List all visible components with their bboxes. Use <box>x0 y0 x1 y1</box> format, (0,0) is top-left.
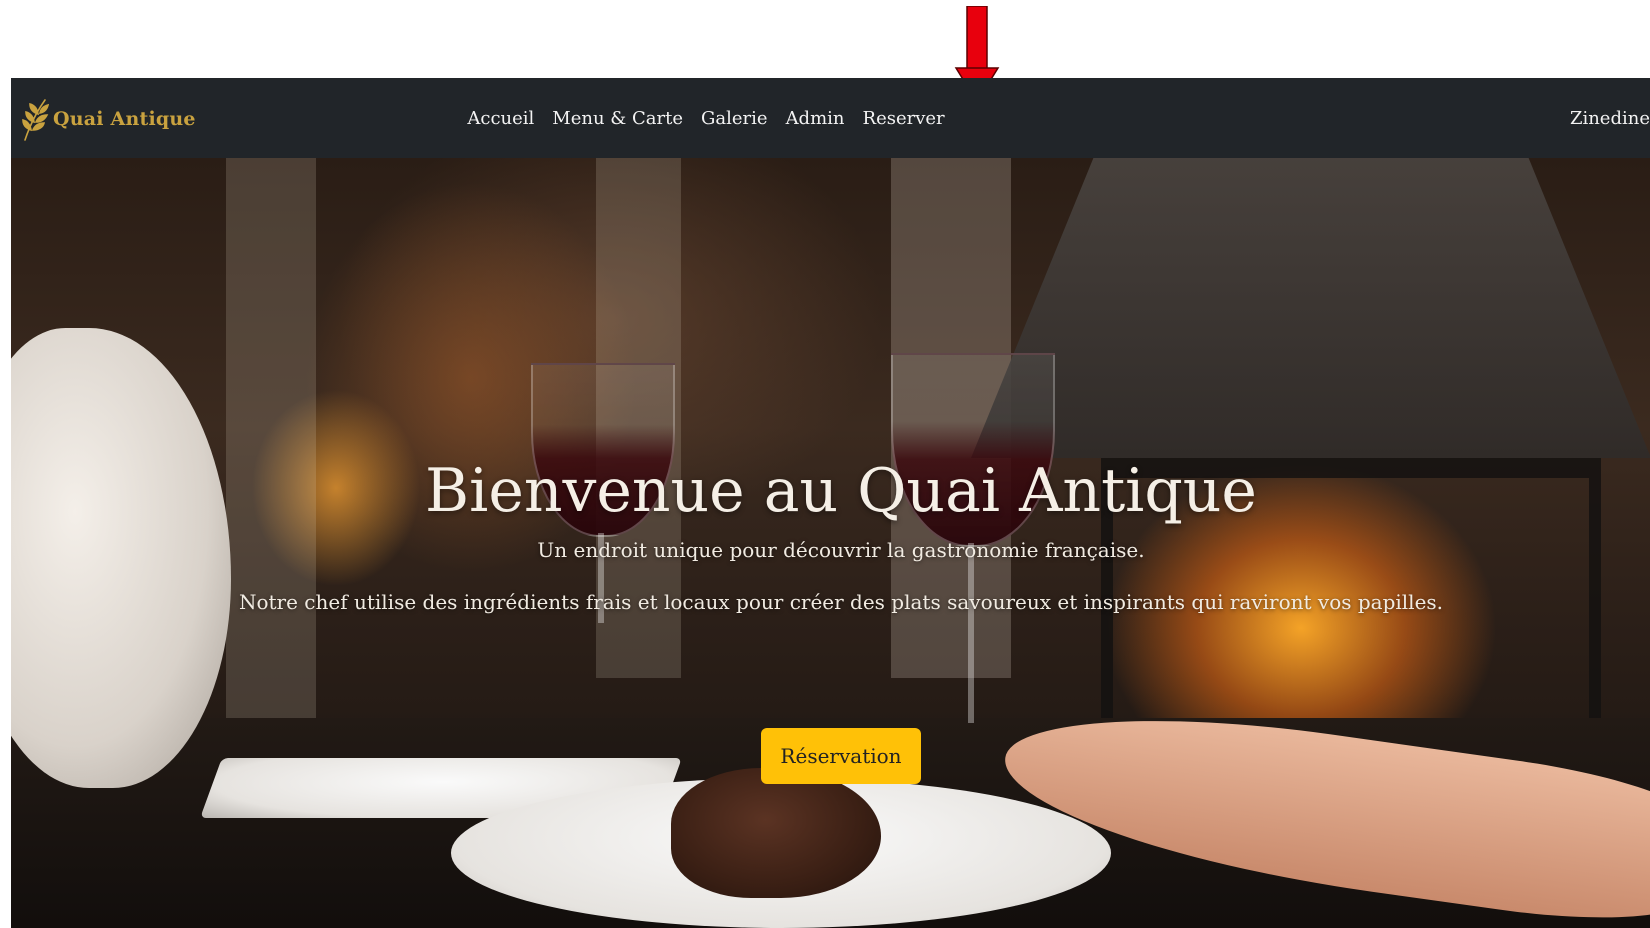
reservation-button[interactable]: Réservation <box>761 728 921 784</box>
hero-description: Notre chef utilise des ingrédients frais… <box>238 590 1444 614</box>
hero-section: Bienvenue au Quai Antique Un endroit uni… <box>11 158 1650 928</box>
browser-viewport: Quai Antique Accueil Menu & Carte Galeri… <box>11 78 1650 928</box>
user-menu[interactable]: Zinedine <box>1570 78 1650 158</box>
hero-content: Bienvenue au Quai Antique Un endroit uni… <box>11 158 1650 928</box>
nav-link-menu-carte[interactable]: Menu & Carte <box>552 108 683 129</box>
nav-link-admin[interactable]: Admin <box>786 108 845 129</box>
nav-link-galerie[interactable]: Galerie <box>701 108 768 129</box>
nav-link-accueil[interactable]: Accueil <box>467 108 534 129</box>
nav-links: Accueil Menu & Carte Galerie Admin Reser… <box>11 78 1401 158</box>
nav-link-reserver[interactable]: Reserver <box>863 108 945 129</box>
navbar: Quai Antique Accueil Menu & Carte Galeri… <box>11 78 1650 158</box>
hero-title: Bienvenue au Quai Antique <box>425 456 1257 526</box>
hero-subtitle: Un endroit unique pour découvrir la gast… <box>537 538 1145 562</box>
